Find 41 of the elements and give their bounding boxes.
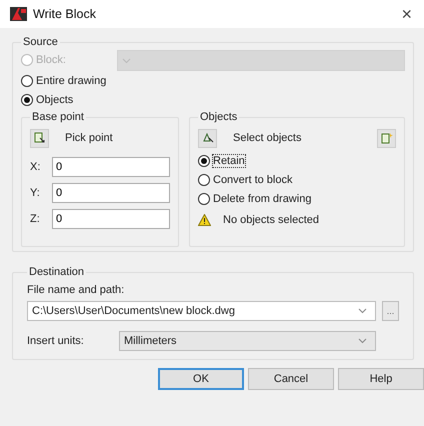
chevron-down-icon — [358, 308, 367, 314]
radio-button[interactable] — [21, 94, 33, 106]
dialog-button[interactable]: Help — [338, 368, 424, 390]
close-button[interactable]: × — [397, 4, 416, 24]
file-path-label: File name and path: — [27, 284, 126, 296]
radio-button[interactable] — [198, 192, 210, 204]
radio-button[interactable] — [198, 154, 210, 166]
chevron-down-icon — [358, 338, 367, 344]
app-logo-icon — [10, 7, 27, 21]
coordinate-field[interactable]: 0 — [52, 183, 170, 203]
radio-label[interactable]: Entire drawing — [36, 74, 106, 86]
warning-message: No objects selected — [223, 214, 319, 226]
insert-units-label: Insert units: — [27, 335, 85, 347]
radio-label[interactable]: Retain — [213, 154, 245, 166]
dialog-button[interactable]: OK — [158, 368, 244, 390]
coordinate-label: X: — [30, 161, 42, 173]
radio-label[interactable]: Delete from drawing — [213, 192, 312, 204]
coordinate-label: Y: — [30, 187, 41, 199]
select-objects-icon[interactable] — [198, 128, 217, 148]
units-dropdown[interactable]: Millimeters — [119, 331, 376, 351]
quick-select-icon[interactable] — [377, 128, 396, 148]
radio-button[interactable] — [21, 74, 33, 86]
pick-point-label[interactable]: Pick point — [65, 132, 113, 144]
dialog-button[interactable]: Cancel — [248, 368, 334, 390]
window-title: Write Block — [33, 7, 97, 21]
group-title: Objects — [199, 111, 238, 123]
coordinate-field[interactable]: 0 — [52, 157, 170, 177]
group-title: Source — [22, 36, 59, 48]
chevron-down-icon — [122, 58, 131, 64]
pick-point-icon[interactable] — [30, 128, 49, 148]
warning-icon — [198, 214, 211, 226]
group-title: Destination — [28, 266, 86, 278]
coordinate-label: Z: — [30, 213, 41, 225]
coordinate-field[interactable]: 0 — [52, 209, 170, 229]
radio-label[interactable]: Objects — [36, 94, 74, 106]
select-objects-label[interactable]: Select objects — [233, 132, 302, 144]
radio-button[interactable] — [198, 174, 210, 186]
group-title: Base point — [31, 111, 85, 123]
browse-button[interactable]: ... — [382, 301, 399, 321]
radio-label[interactable]: Convert to block — [213, 174, 292, 186]
file-path-dropdown[interactable]: C:\Users\User\Documents\new block.dwg — [27, 301, 376, 321]
